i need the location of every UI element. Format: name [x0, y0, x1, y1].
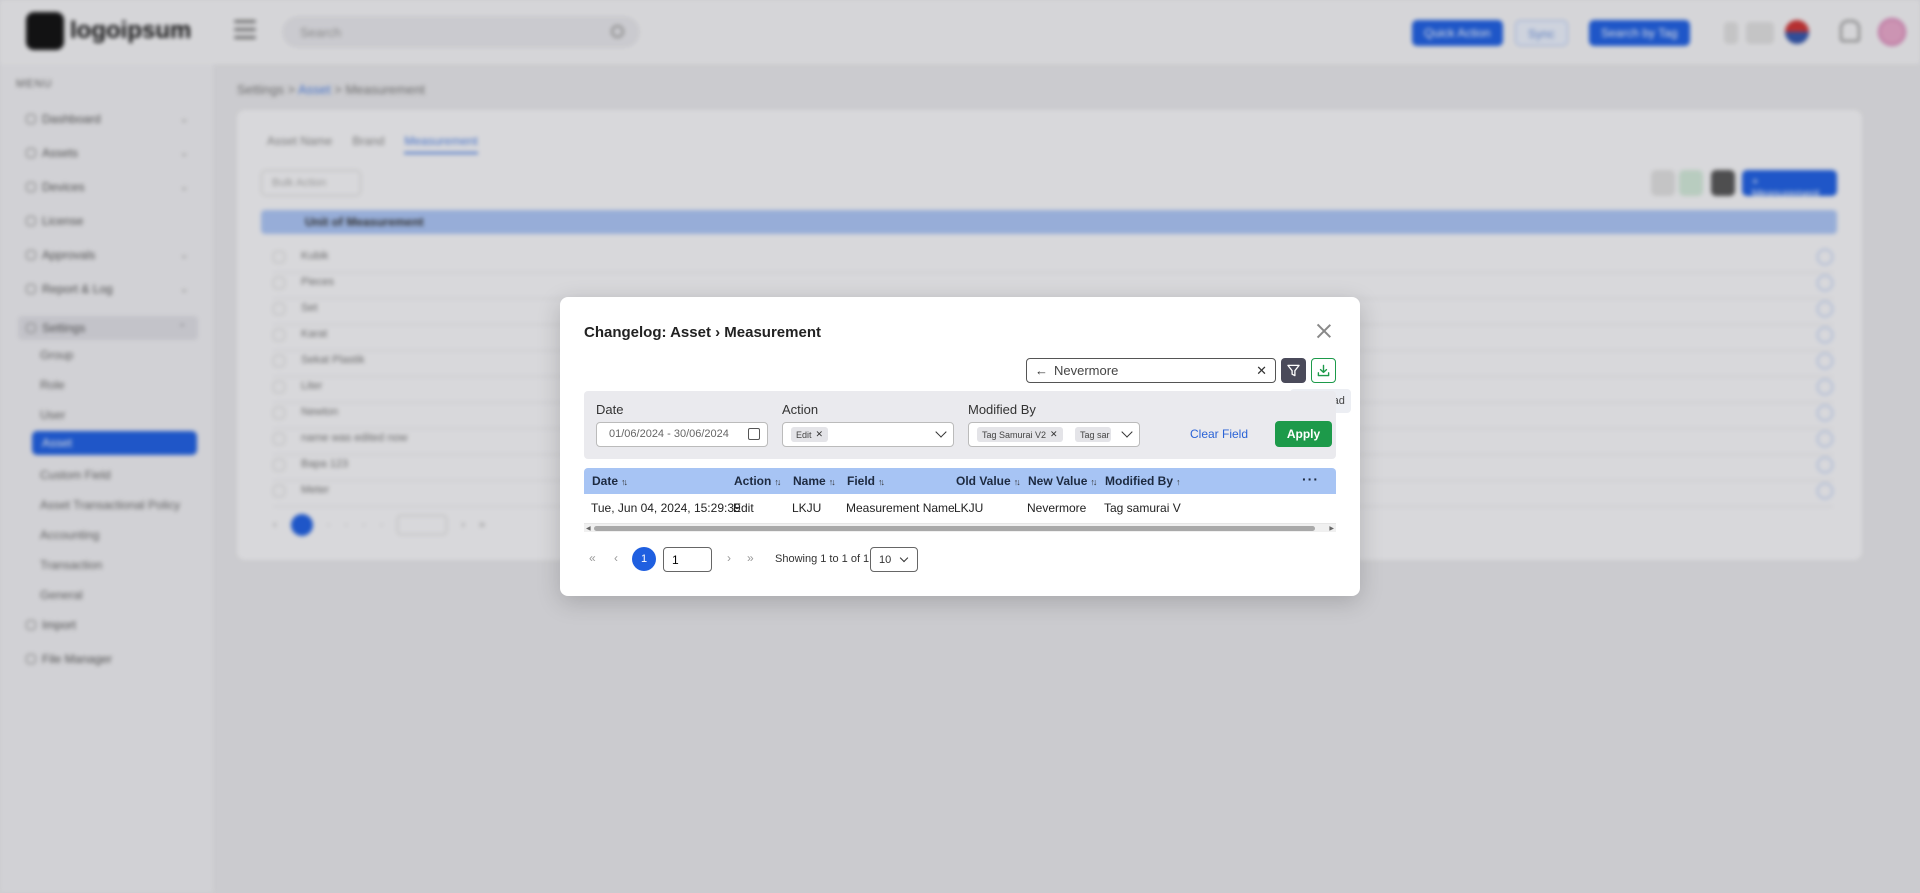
- column-header-new-value[interactable]: New Value ↑↓: [1028, 474, 1097, 488]
- pagination-info: Showing 1 to 1 of 1: [775, 553, 870, 565]
- modified-by-filter-label: Modified By: [968, 402, 1036, 417]
- page-input[interactable]: [663, 547, 712, 572]
- chip-label: Tag sar: [1080, 429, 1110, 440]
- cell-action: Edit: [733, 501, 754, 515]
- cell-field: Measurement Name: [846, 501, 955, 515]
- changelog-table-header: Date ↑↓ Action ↑↓ Name ↑↓ Field ↑↓ Old Value…: [584, 468, 1336, 494]
- chevron-down-icon: [899, 553, 909, 563]
- chevron-down-icon: [935, 426, 947, 438]
- chip-remove-icon[interactable]: ✕: [1050, 429, 1058, 440]
- sort-icon: ↑↓: [1013, 477, 1021, 487]
- filter-icon: [1287, 364, 1300, 377]
- action-chip: Edit ✕: [791, 427, 829, 442]
- arrow-left-icon[interactable]: ←: [1035, 363, 1048, 378]
- prev-page-icon[interactable]: ‹: [614, 551, 618, 565]
- date-range-value: 01/06/2024 - 30/06/2024: [609, 428, 729, 440]
- column-header-date[interactable]: Date ↑↓: [592, 474, 628, 488]
- apply-button[interactable]: Apply: [1275, 421, 1332, 447]
- sort-icon: ↑↓: [878, 477, 885, 487]
- page-number-active[interactable]: 1: [632, 547, 656, 571]
- cell-modified-by: Tag samurai V: [1104, 501, 1181, 515]
- last-page-icon[interactable]: »: [747, 551, 754, 565]
- scroll-right-icon[interactable]: ▶: [1329, 525, 1334, 532]
- sort-icon: ↑↓: [828, 477, 836, 487]
- chip-label: Edit: [796, 429, 812, 440]
- changelog-modal: Changelog: Asset › Measurement ← ✕ Downl…: [560, 297, 1360, 596]
- scroll-left-icon[interactable]: ◀: [586, 525, 591, 532]
- download-icon: [1317, 364, 1330, 377]
- chevron-down-icon: [1121, 426, 1133, 438]
- filter-panel: Date 01/06/2024 - 30/06/2024 Action Edit…: [584, 391, 1336, 459]
- page-size-select[interactable]: 10: [870, 547, 918, 572]
- clear-icon[interactable]: ✕: [1256, 363, 1267, 379]
- horizontal-scrollbar[interactable]: ◀ ▶: [584, 523, 1336, 532]
- column-header-field[interactable]: Field ↑↓: [847, 474, 885, 488]
- sort-icon: ↑↓: [621, 477, 628, 487]
- chip-remove-icon[interactable]: ✕: [816, 429, 824, 440]
- cell-new-value: Nevermore: [1027, 501, 1087, 515]
- cell-name: LKJU: [792, 501, 822, 515]
- cell-old-value: LKJU: [954, 501, 984, 515]
- first-page-icon[interactable]: «: [589, 551, 596, 565]
- close-icon[interactable]: [1316, 323, 1332, 339]
- clear-field-button[interactable]: Clear Field: [1190, 427, 1248, 441]
- column-header-action[interactable]: Action ↑↓: [734, 474, 781, 488]
- sort-icon: ↑↓: [1090, 477, 1097, 487]
- action-filter-label: Action: [782, 402, 819, 417]
- column-header-old-value[interactable]: Old Value ↑↓: [956, 474, 1021, 488]
- date-range-field[interactable]: 01/06/2024 - 30/06/2024: [596, 422, 768, 447]
- modal-title: Changelog: Asset › Measurement: [584, 324, 821, 341]
- scrollbar-thumb[interactable]: [594, 526, 1315, 531]
- sort-icon: ↑↓: [774, 477, 781, 487]
- page-size-value: 10: [879, 554, 892, 566]
- calendar-icon[interactable]: [748, 428, 760, 440]
- action-select[interactable]: Edit ✕: [782, 422, 954, 447]
- cell-date: Tue, Jun 04, 2024, 15:29:39: [591, 501, 741, 515]
- modified-by-select[interactable]: Tag Samurai V2 ✕ Tag sar: [968, 422, 1140, 447]
- table-row: Tue, Jun 04, 2024, 15:29:39 Edit LKJU Me…: [584, 497, 1336, 519]
- chip-label: Tag Samurai V2: [982, 429, 1047, 440]
- download-button[interactable]: [1311, 358, 1336, 383]
- modified-by-chip: Tag Samurai V2 ✕: [977, 427, 1063, 442]
- column-header-modified-by[interactable]: Modified By ↑: [1105, 474, 1293, 488]
- sort-icon: ↑: [1176, 477, 1180, 487]
- modified-by-chip: Tag sar: [1075, 427, 1111, 442]
- changelog-search-input[interactable]: [1054, 363, 1244, 378]
- column-header-name[interactable]: Name ↑↓: [793, 474, 836, 488]
- filter-button[interactable]: [1281, 358, 1306, 383]
- more-icon[interactable]: ···: [1302, 471, 1319, 487]
- changelog-search-field[interactable]: ← ✕: [1026, 358, 1276, 383]
- date-filter-label: Date: [596, 402, 624, 417]
- next-page-icon[interactable]: ›: [727, 551, 731, 565]
